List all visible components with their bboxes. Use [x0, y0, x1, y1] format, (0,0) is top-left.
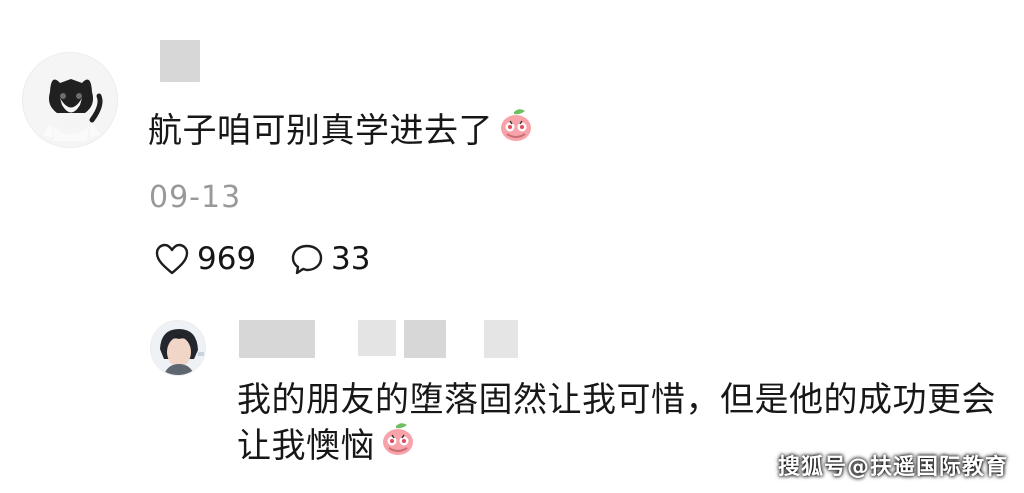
user-avatar-icon [151, 321, 205, 375]
reply-username-blur-3 [404, 320, 446, 358]
peach-emoji-icon [379, 421, 417, 469]
like-count: 969 [197, 241, 257, 277]
reply-username-blur [239, 320, 315, 358]
peach-emoji-icon [497, 107, 535, 152]
comment-bubble-icon [291, 244, 323, 275]
cat-icon [23, 53, 117, 147]
comment-text: 航子咱可别真学进去了 [148, 111, 493, 151]
reply-avatar[interactable] [150, 320, 206, 376]
reply-button[interactable]: 33 [290, 238, 370, 280]
comment-date: 09-13 [149, 180, 242, 215]
watermark: 搜狐号@扶遥国际教育 [777, 455, 1008, 480]
like-button[interactable]: 969 [154, 238, 256, 280]
reply-username-blur-2 [358, 320, 396, 356]
heart-icon [155, 243, 189, 275]
reply-username-blur-4 [484, 320, 518, 358]
comment-avatar[interactable] [22, 52, 118, 148]
reply-count: 33 [331, 241, 371, 277]
comment-text-row: 航子咱可别真学进去了 [148, 109, 535, 152]
comment-username-blur [160, 40, 200, 82]
